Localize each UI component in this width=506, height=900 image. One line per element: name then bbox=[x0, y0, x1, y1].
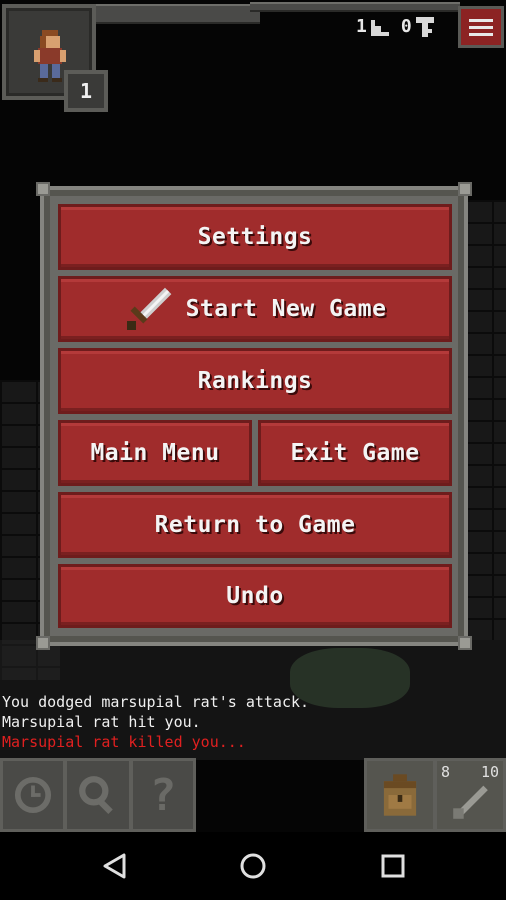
stairs-icon bbox=[370, 19, 389, 36]
info-button[interactable]: ? bbox=[130, 758, 196, 832]
undo-label: Undo bbox=[226, 583, 284, 609]
key-icon bbox=[415, 16, 434, 37]
system-nav-bar bbox=[0, 832, 506, 900]
sword-icon bbox=[126, 287, 171, 330]
message-log: You dodged marsupial rat's attack. Marsu… bbox=[2, 692, 309, 752]
clock-icon bbox=[14, 776, 52, 814]
hero-level: 1 bbox=[79, 79, 93, 103]
game-viewport[interactable]: 1 1 0 You dodged marsupial rat's attack. bbox=[0, 0, 506, 832]
quickslot-count-right: 10 bbox=[480, 763, 499, 781]
start-new-game-button[interactable]: Start New Game bbox=[58, 276, 452, 342]
dart-icon bbox=[453, 785, 488, 819]
search-button[interactable] bbox=[64, 758, 132, 832]
main-menu-button[interactable]: Main Menu bbox=[58, 420, 252, 486]
keys-value: 0 bbox=[400, 16, 412, 37]
return-to-game-label: Return to Game bbox=[154, 512, 356, 538]
back-button[interactable] bbox=[96, 848, 132, 884]
hero-level-badge: 1 bbox=[64, 70, 108, 112]
hamburger-icon bbox=[469, 18, 493, 22]
recents-button[interactable] bbox=[375, 848, 411, 884]
recents-square-icon bbox=[381, 854, 405, 878]
window-corner bbox=[36, 182, 50, 196]
log-line: You dodged marsupial rat's attack. bbox=[2, 693, 310, 711]
exit-game-button[interactable]: Exit Game bbox=[258, 420, 452, 486]
status-rail bbox=[250, 2, 460, 12]
main-menu-label: Main Menu bbox=[90, 440, 220, 466]
depth-indicator: 1 0 bbox=[356, 16, 434, 37]
return-to-game-button[interactable]: Return to Game bbox=[58, 492, 452, 558]
home-button[interactable] bbox=[235, 848, 271, 884]
log-line: Marsupial rat hit you. bbox=[2, 713, 201, 731]
window-corner bbox=[458, 182, 472, 196]
window-corner bbox=[458, 636, 472, 650]
menu-button[interactable] bbox=[458, 6, 504, 48]
undo-button[interactable]: Undo bbox=[58, 564, 452, 628]
rankings-button[interactable]: Rankings bbox=[58, 348, 452, 414]
backpack-icon bbox=[383, 774, 417, 816]
quickslot-button[interactable]: 8 10 bbox=[434, 758, 506, 832]
magnifier-icon bbox=[79, 776, 113, 814]
rankings-label: Rankings bbox=[197, 368, 313, 394]
status-rail bbox=[92, 4, 260, 24]
exit-game-label: Exit Game bbox=[290, 440, 420, 466]
settings-button[interactable]: Settings bbox=[58, 204, 452, 270]
window-corner bbox=[36, 636, 50, 650]
settings-label: Settings bbox=[197, 224, 313, 250]
wait-button[interactable] bbox=[0, 758, 66, 832]
log-line-death: Marsupial rat killed you... bbox=[2, 733, 246, 751]
question-icon: ? bbox=[149, 769, 177, 821]
back-triangle-icon bbox=[103, 853, 126, 879]
start-new-game-label: Start New Game bbox=[185, 296, 387, 322]
game-menu-window: Settings Start New Game Rankings Main Me… bbox=[36, 182, 472, 650]
inventory-button[interactable] bbox=[364, 758, 436, 832]
status-bar: 1 1 0 bbox=[0, 0, 506, 112]
depth-value: 1 bbox=[356, 16, 367, 37]
quickslot-count-left: 8 bbox=[441, 763, 451, 781]
home-circle-icon bbox=[240, 853, 266, 879]
